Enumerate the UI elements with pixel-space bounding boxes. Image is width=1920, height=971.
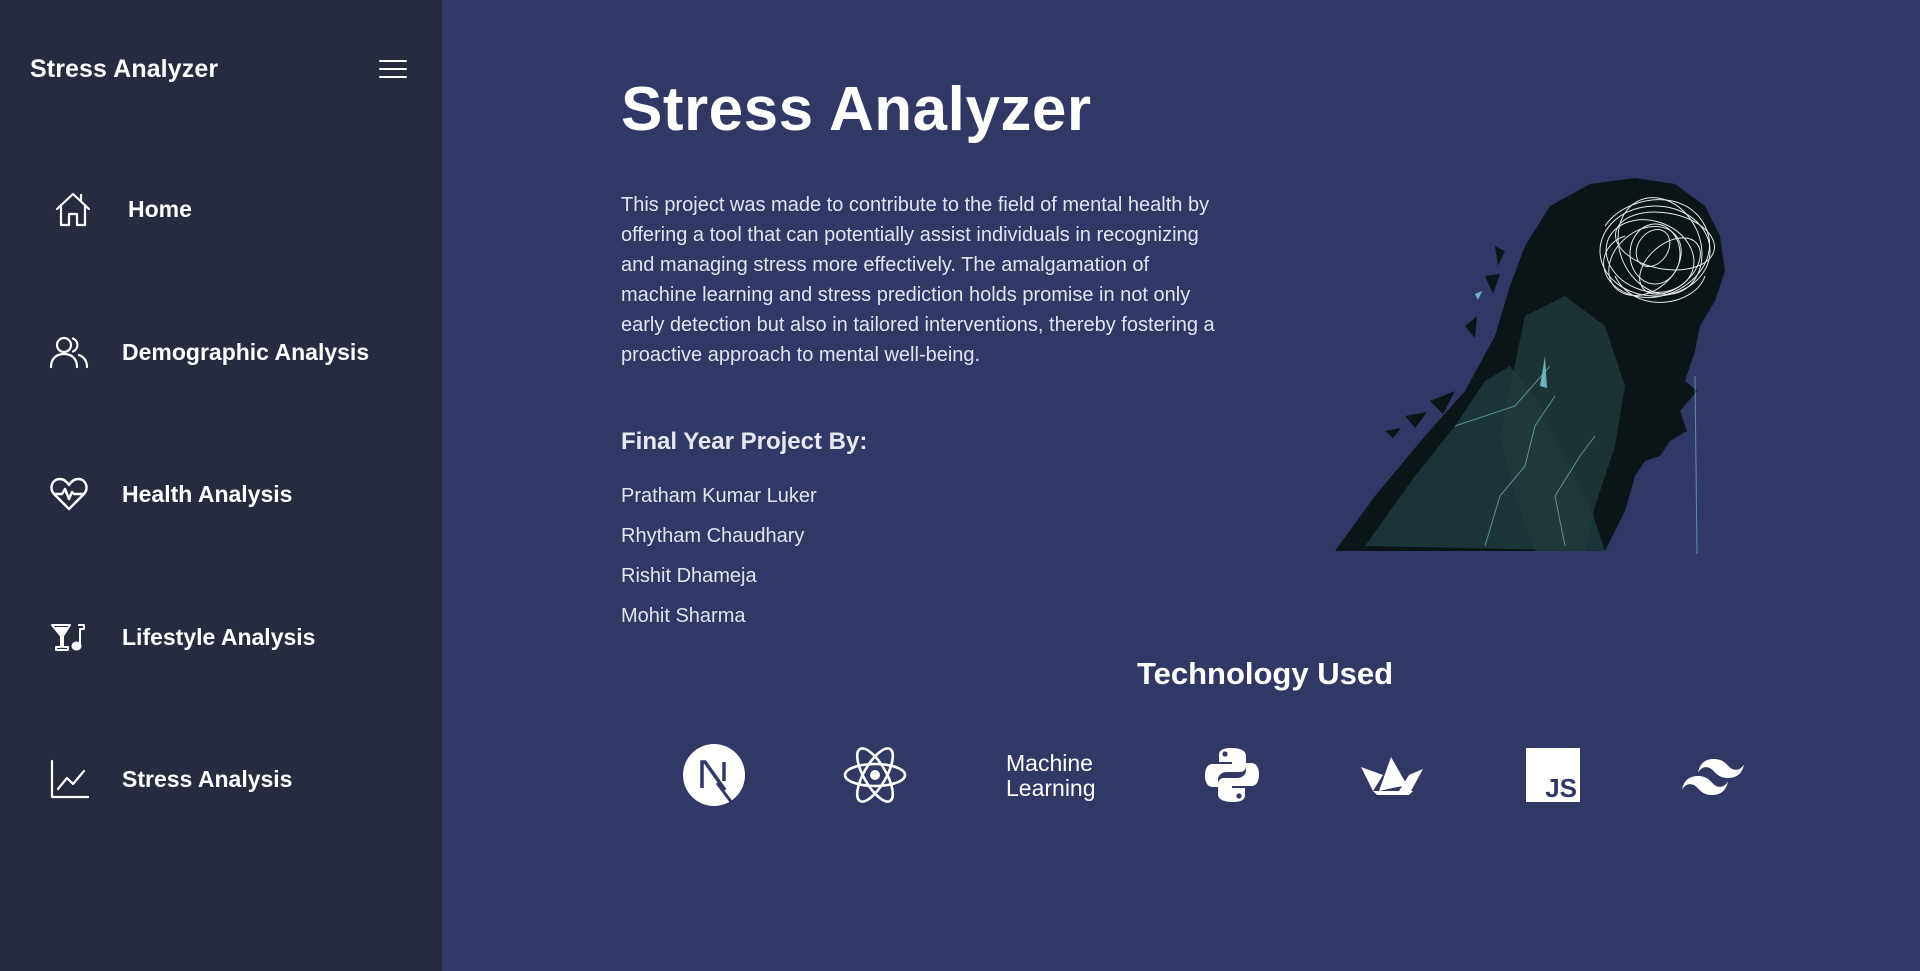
main-content: Stress Analyzer This project was made to… [442,0,1920,971]
sidebar-brand: Stress Analyzer [30,54,219,83]
team-heading: Final Year Project By: [621,428,868,455]
heart-pulse-icon [46,471,92,517]
nextjs-icon [679,740,749,810]
tailwind-icon [1679,740,1749,810]
sidebar-item-lifestyle-analysis[interactable]: Lifestyle Analysis [46,613,315,661]
sidebar-item-label: Stress Analysis [122,765,293,792]
svg-text:JS: JS [1545,773,1577,803]
project-description: This project was made to contribute to t… [621,194,1215,366]
sidebar-item-home[interactable]: Home [50,185,192,233]
users-icon [46,329,92,375]
streamlit-icon [1357,740,1427,810]
team-member: Rishit Dhameja [621,565,757,587]
team-member: Rhytham Chaudhary [621,525,805,547]
tech-heading: Technology Used [1136,656,1394,691]
react-icon [840,740,910,810]
sidebar-item-label: Home [128,195,192,222]
javascript-icon: JS [1518,740,1588,810]
sidebar-item-label: Lifestyle Analysis [122,623,316,650]
stressed-head-illustration [1335,178,1725,555]
sidebar-item-health-analysis[interactable]: Health Analysis [46,470,292,518]
app-root: Stress Analyzer Home Demographic Analysi… [0,0,1920,971]
team-member: Pratham Kumar Luker [621,485,817,507]
sidebar-item-label: Demographic Analysis [122,338,370,365]
home-icon [50,186,96,232]
menu-toggle-icon[interactable] [378,58,408,80]
sidebar: Stress Analyzer Home Demographic Analysi… [0,0,442,971]
machine-learning-label: Machine Learning [1006,750,1096,801]
cocktail-music-icon [46,614,92,660]
sidebar-item-demographic-analysis[interactable]: Demographic Analysis [46,328,369,376]
sidebar-item-stress-analysis[interactable]: Stress Analysis [46,755,292,803]
sidebar-item-label: Health Analysis [122,480,293,507]
page-title: Stress Analyzer [621,75,1092,144]
team-member: Mohit Sharma [621,605,746,627]
sidebar-header: Stress Analyzer [30,52,408,86]
line-chart-icon [46,756,92,802]
team-list: Pratham Kumar Luker Rhytham Chaudhary Ri… [621,476,817,636]
python-icon [1197,740,1267,810]
